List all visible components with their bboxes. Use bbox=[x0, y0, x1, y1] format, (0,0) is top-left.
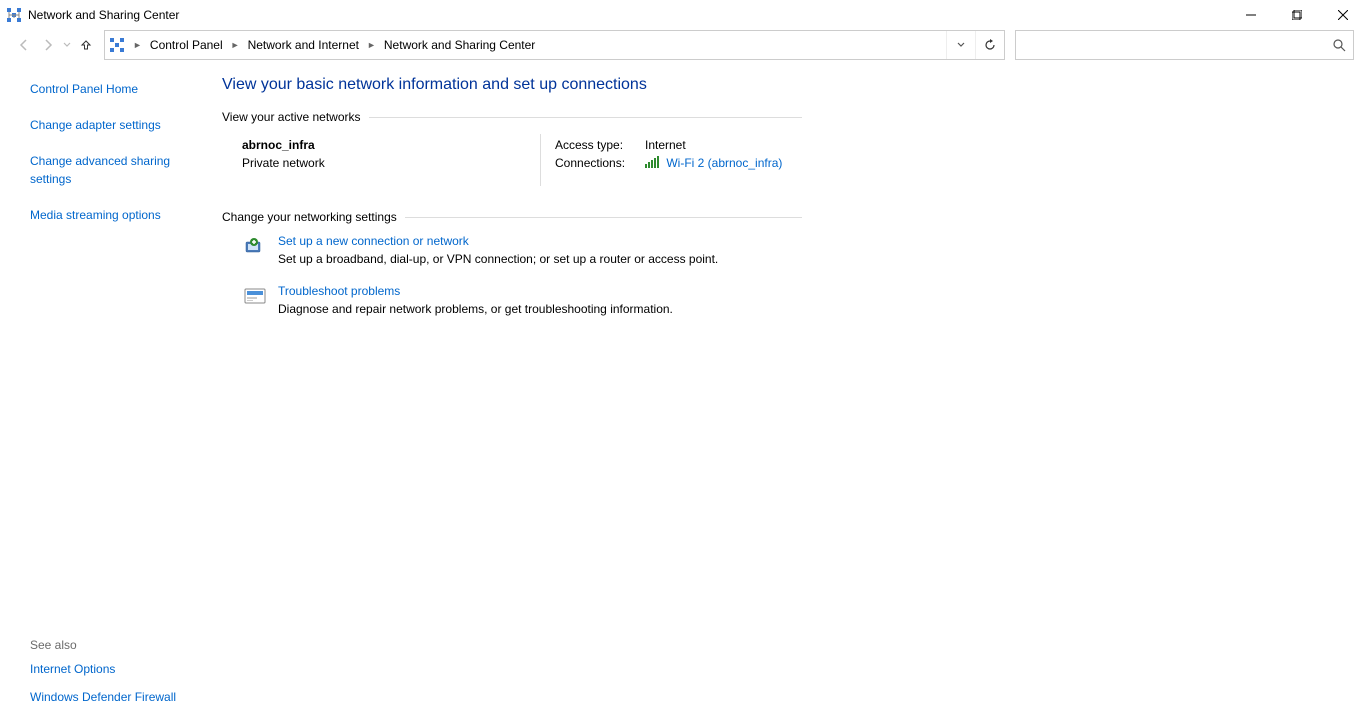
access-type-value: Internet bbox=[645, 138, 686, 152]
minimize-button[interactable] bbox=[1228, 0, 1274, 30]
page-heading: View your basic network information and … bbox=[222, 76, 1346, 94]
window-title: Network and Sharing Center bbox=[28, 8, 179, 22]
breadcrumb-sep[interactable]: ► bbox=[129, 40, 146, 50]
troubleshoot-desc: Diagnose and repair network problems, or… bbox=[278, 302, 673, 316]
up-button[interactable] bbox=[74, 33, 98, 57]
setup-connection-icon bbox=[242, 234, 270, 258]
window-controls bbox=[1228, 0, 1366, 30]
nav-row: ► Control Panel ► Network and Internet ►… bbox=[0, 30, 1366, 60]
wifi-signal-icon bbox=[645, 156, 659, 171]
address-bar[interactable]: ► Control Panel ► Network and Internet ►… bbox=[104, 30, 1005, 60]
address-history-button[interactable] bbox=[946, 31, 975, 59]
connection-link[interactable]: Wi-Fi 2 (abrnoc_infra) bbox=[666, 156, 782, 170]
breadcrumb-sep[interactable]: ► bbox=[363, 40, 380, 50]
troubleshoot-link[interactable]: Troubleshoot problems bbox=[278, 284, 400, 298]
sidebar-advanced-sharing-link[interactable]: Change advanced sharing settings bbox=[30, 152, 204, 188]
access-type-label: Access type: bbox=[555, 138, 645, 152]
main-pane: View your basic network information and … bbox=[208, 66, 1366, 728]
sidebar: Control Panel Home Change adapter settin… bbox=[0, 66, 208, 728]
maximize-button[interactable] bbox=[1274, 0, 1320, 30]
sidebar-adapter-settings-link[interactable]: Change adapter settings bbox=[30, 116, 204, 134]
section-active-networks: View your active networks bbox=[222, 110, 802, 124]
network-type: Private network bbox=[242, 156, 540, 170]
breadcrumb-network-internet[interactable]: Network and Internet bbox=[244, 38, 363, 52]
forward-button[interactable] bbox=[36, 33, 60, 57]
seealso-internet-options-link[interactable]: Internet Options bbox=[30, 660, 204, 678]
app-icon bbox=[6, 7, 22, 23]
divider bbox=[405, 217, 802, 218]
section-change-settings: Change your networking settings bbox=[222, 210, 802, 224]
breadcrumb-control-panel[interactable]: Control Panel bbox=[146, 38, 227, 52]
search-box[interactable] bbox=[1015, 30, 1354, 60]
see-also-section: See also Internet Options Windows Defend… bbox=[30, 638, 204, 720]
close-button[interactable] bbox=[1320, 0, 1366, 30]
setup-connection-desc: Set up a broadband, dial-up, or VPN conn… bbox=[278, 252, 718, 266]
sidebar-media-streaming-link[interactable]: Media streaming options bbox=[30, 206, 204, 224]
section-change-label: Change your networking settings bbox=[222, 210, 397, 224]
search-icon[interactable] bbox=[1325, 38, 1353, 52]
refresh-button[interactable] bbox=[975, 31, 1004, 59]
search-input[interactable] bbox=[1016, 38, 1325, 52]
setup-connection-item: Set up a new connection or network Set u… bbox=[242, 234, 802, 266]
recent-locations-button[interactable] bbox=[60, 33, 74, 57]
troubleshoot-item: Troubleshoot problems Diagnose and repai… bbox=[242, 284, 802, 316]
sidebar-home-link[interactable]: Control Panel Home bbox=[30, 80, 204, 98]
troubleshoot-icon bbox=[242, 284, 270, 308]
divider bbox=[369, 117, 802, 118]
network-name: abrnoc_infra bbox=[242, 138, 540, 152]
see-also-heading: See also bbox=[30, 638, 204, 652]
breadcrumb-sep[interactable]: ► bbox=[227, 40, 244, 50]
connections-label: Connections: bbox=[555, 156, 645, 171]
network-icon bbox=[105, 37, 129, 53]
setup-connection-link[interactable]: Set up a new connection or network bbox=[278, 234, 469, 248]
breadcrumb-network-sharing[interactable]: Network and Sharing Center bbox=[380, 38, 539, 52]
titlebar: Network and Sharing Center bbox=[0, 0, 1366, 30]
section-active-label: View your active networks bbox=[222, 110, 361, 124]
active-network-block: abrnoc_infra Private network Access type… bbox=[222, 134, 802, 186]
back-button[interactable] bbox=[12, 33, 36, 57]
seealso-firewall-link[interactable]: Windows Defender Firewall bbox=[30, 688, 204, 706]
